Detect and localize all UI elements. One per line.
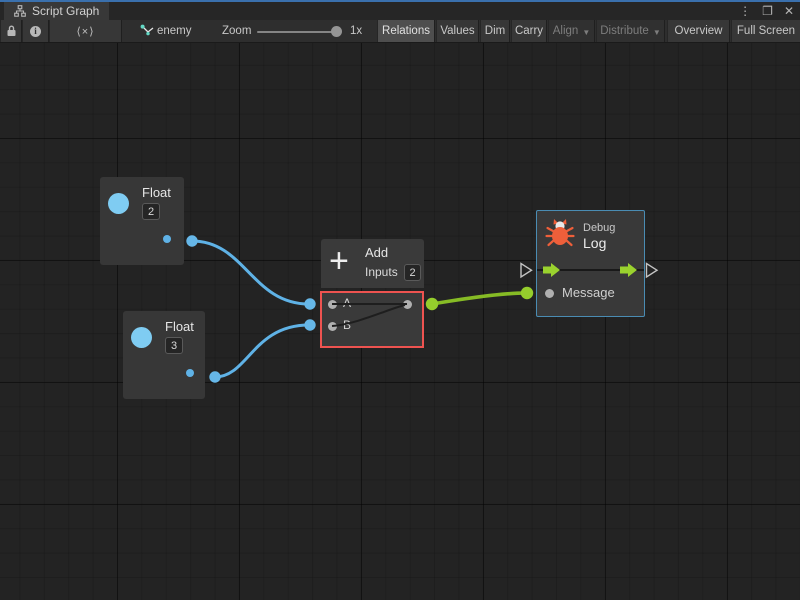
values-button[interactable]: Values <box>436 20 479 42</box>
code-view-button[interactable]: ⟨×⟩ <box>49 20 122 42</box>
node-title: Log <box>583 235 606 251</box>
visual-scripting-window: Script Graph ⋮ ❐ ✕ i ⟨×⟩ enemy Zoom <box>0 0 800 600</box>
float-output-port[interactable] <box>186 369 194 377</box>
graph-name-label: enemy <box>157 20 192 42</box>
tab-title: Script Graph <box>32 4 99 18</box>
inputs-count-input[interactable]: 2 <box>404 264 421 281</box>
window-menu-icon[interactable]: ⋮ <box>739 5 751 17</box>
fullscreen-button-label: Full Screen <box>737 25 795 37</box>
title-bar: Script Graph ⋮ ❐ ✕ <box>0 2 800 20</box>
tab-script-graph[interactable]: Script Graph <box>4 2 109 20</box>
flow-exit-triangle-icon[interactable] <box>647 264 658 278</box>
float-output-port[interactable] <box>163 235 171 243</box>
wire-float2-to-a[interactable] <box>192 241 309 304</box>
distribute-button-label: Distribute <box>600 25 649 37</box>
message-port-label: Message <box>562 286 615 299</box>
lock-icon <box>6 25 17 37</box>
wire-endpoint-dot[interactable] <box>209 371 220 382</box>
info-button[interactable]: i <box>22 20 49 42</box>
wire-endpoint-dot[interactable] <box>304 298 315 309</box>
wire-float3-to-b[interactable] <box>215 325 309 377</box>
node-category: Debug <box>583 222 615 234</box>
values-button-label: Values <box>440 25 474 37</box>
carry-button[interactable]: Carry <box>511 20 547 42</box>
node-debug-log-selected[interactable]: Debug Log Message <box>536 210 645 317</box>
info-icon: i <box>30 26 41 37</box>
relations-button[interactable]: Relations <box>377 20 435 42</box>
maximize-icon[interactable]: ❐ <box>762 5 773 17</box>
wire-endpoint-dot[interactable] <box>304 319 315 330</box>
node-add-body-selected[interactable]: A B <box>320 291 424 348</box>
overview-button-label: Overview <box>675 25 723 37</box>
node-add-header[interactable]: + Add Inputs 2 <box>321 239 424 288</box>
lock-button[interactable] <box>0 20 22 42</box>
zoom-slider-handle[interactable] <box>331 26 342 37</box>
node-title: Float <box>165 319 194 334</box>
inputs-label: Inputs <box>365 265 398 279</box>
dim-button-label: Dim <box>485 25 505 37</box>
plus-icon: + <box>329 238 349 284</box>
wire-endpoint-dot[interactable] <box>186 235 197 246</box>
window-controls: ⋮ ❐ ✕ <box>739 2 794 20</box>
graph-reference-icon <box>140 24 154 38</box>
fullscreen-button[interactable]: Full Screen <box>731 20 800 42</box>
graph-toolbar: i ⟨×⟩ enemy Zoom 1x Relations Values Dim… <box>0 20 800 43</box>
input-port-b[interactable] <box>328 322 337 331</box>
port-b-label: B <box>343 319 351 332</box>
float-value-input[interactable]: 3 <box>165 337 183 354</box>
float-type-icon <box>131 327 152 348</box>
message-input-port[interactable] <box>545 289 554 298</box>
node-title: Float <box>142 185 171 200</box>
align-button-label: Align <box>553 25 579 37</box>
node-title: Add <box>365 245 388 260</box>
close-icon[interactable]: ✕ <box>784 5 794 17</box>
zoom-slider-track[interactable] <box>257 31 339 33</box>
graph-canvas[interactable]: Float 2 Float 3 + Add Inputs 2 A B <box>0 43 800 600</box>
overview-button[interactable]: Overview <box>667 20 730 42</box>
zoom-value: 1x <box>350 20 362 42</box>
code-icon: ⟨×⟩ <box>76 25 94 38</box>
chevron-down-icon: ▼ <box>653 28 661 37</box>
wire-sum-to-message[interactable] <box>432 293 526 304</box>
zoom-label: Zoom <box>222 20 251 42</box>
wire-endpoint-dot[interactable] <box>426 298 438 310</box>
carry-button-label: Carry <box>515 25 543 37</box>
wire-endpoint-dot[interactable] <box>521 287 533 299</box>
float-value-input[interactable]: 2 <box>142 203 160 220</box>
node-float-2[interactable]: Float 2 <box>100 177 184 265</box>
bug-icon <box>544 217 576 249</box>
distribute-button[interactable]: Distribute ▼ <box>596 20 665 42</box>
float-type-icon <box>108 193 129 214</box>
input-port-a[interactable] <box>328 300 337 309</box>
flow-entry-triangle-icon[interactable] <box>521 264 532 278</box>
dim-button[interactable]: Dim <box>480 20 510 42</box>
align-button[interactable]: Align ▼ <box>548 20 595 42</box>
chevron-down-icon: ▼ <box>582 28 590 37</box>
node-float-3[interactable]: Float 3 <box>123 311 205 399</box>
script-graph-icon <box>14 5 26 17</box>
relations-button-label: Relations <box>382 25 430 37</box>
sum-output-port[interactable] <box>403 300 412 309</box>
port-a-label: A <box>343 297 351 310</box>
